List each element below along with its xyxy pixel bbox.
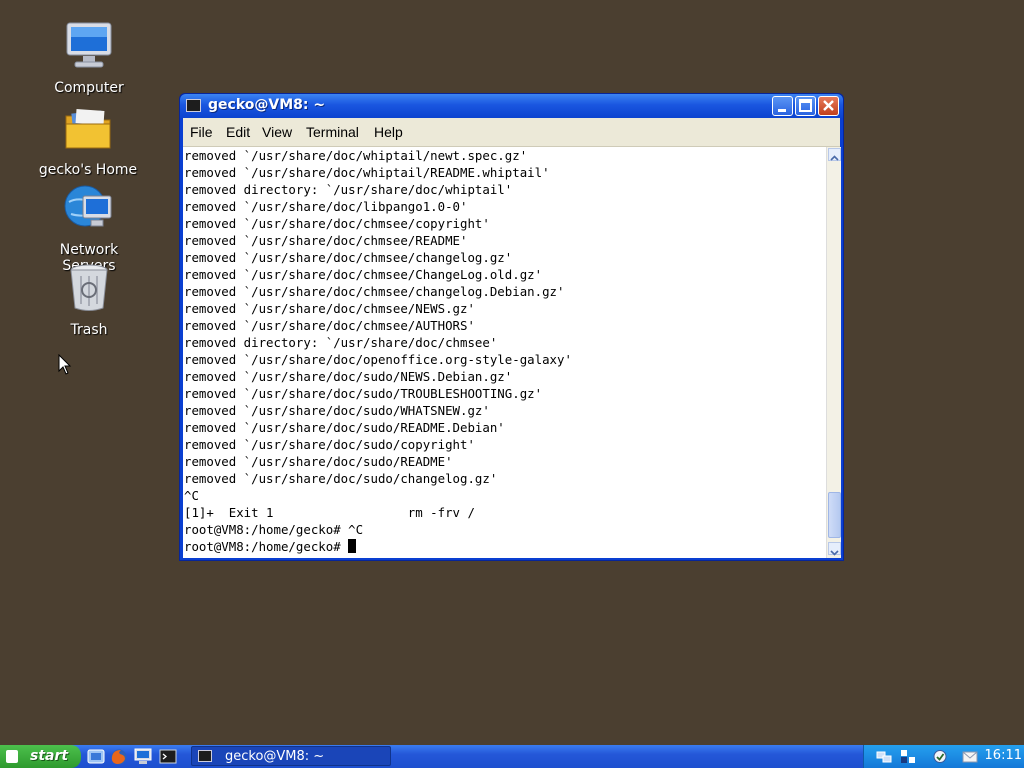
terminal-line: removed `/usr/share/doc/chmsee/copyright…: [184, 216, 490, 231]
terminal-line: removed `/usr/share/doc/whiptail/newt.sp…: [184, 148, 528, 163]
desktop-icon-computer[interactable]: Computer: [34, 20, 144, 96]
taskbar-window-label: gecko@VM8: ~: [225, 749, 325, 764]
computer-icon: [66, 22, 112, 68]
clock: 16:11: [984, 748, 1022, 763]
trash-icon: [70, 264, 108, 311]
desktop-icon-trash[interactable]: Trash: [34, 262, 144, 338]
start-button[interactable]: start: [0, 745, 81, 768]
desktop-icon-label: gecko's Home: [38, 162, 138, 178]
minimize-icon: [778, 109, 786, 112]
terminal-line: removed `/usr/share/doc/sudo/TROUBLESHOO…: [184, 386, 543, 401]
menu-view[interactable]: View: [262, 124, 292, 140]
show-desktop-icon[interactable]: [87, 748, 105, 765]
menu-bar: File Edit View Terminal Help: [183, 118, 840, 147]
terminal-icon[interactable]: [159, 748, 177, 765]
window-title: gecko@VM8: ~: [208, 97, 326, 113]
menu-help[interactable]: Help: [374, 124, 403, 140]
terminal-line: removed `/usr/share/doc/sudo/NEWS.Debian…: [184, 369, 513, 384]
terminal-output[interactable]: removed `/usr/share/doc/whiptail/newt.sp…: [183, 147, 826, 558]
terminal-line: removed directory: `/usr/share/doc/whipt…: [184, 182, 513, 197]
desktop-icon-home[interactable]: gecko's Home: [33, 102, 143, 178]
terminal-line: removed `/usr/share/doc/chmsee/ChangeLog…: [184, 267, 543, 282]
terminal-line: [1]+ Exit 1 rm -frv /: [184, 505, 475, 520]
close-icon: [823, 100, 834, 111]
terminal-line: removed `/usr/share/doc/sudo/WHATSNEW.gz…: [184, 403, 490, 418]
terminal-prompt-line[interactable]: root@VM8:/home/gecko#: [183, 538, 826, 555]
terminal-line: removed `/usr/share/doc/sudo/README.Debi…: [184, 420, 505, 435]
taskbar: start gecko@VM8: ~ 16:11: [0, 745, 1024, 768]
menu-file[interactable]: File: [190, 124, 213, 140]
chevron-down-icon: [830, 550, 839, 556]
terminal-app-icon: [186, 99, 201, 112]
terminal-line: removed `/usr/share/doc/chmsee/README': [184, 233, 468, 248]
close-button[interactable]: [818, 96, 839, 116]
terminal-line: removed `/usr/share/doc/openoffice.org-s…: [184, 352, 572, 367]
terminal-prompt: root@VM8:/home/gecko#: [184, 539, 349, 554]
update-icon[interactable]: [932, 749, 948, 764]
network-servers-icon: [64, 185, 112, 227]
terminal-line: ^C: [184, 488, 199, 503]
computer-icon[interactable]: [134, 748, 152, 765]
network-icon[interactable]: [876, 749, 892, 764]
mail-icon[interactable]: [962, 749, 978, 764]
terminal-line: root@VM8:/home/gecko# ^C: [184, 522, 364, 537]
terminal-window[interactable]: gecko@VM8: ~ File Edit View Terminal Hel…: [179, 93, 844, 561]
system-tray: 16:11: [863, 745, 1024, 768]
terminal-line: removed `/usr/share/doc/whiptail/README.…: [184, 165, 550, 180]
terminal-line: removed directory: `/usr/share/doc/chmse…: [184, 335, 498, 350]
menu-terminal[interactable]: Terminal: [306, 124, 359, 140]
keyboard-layout-icon[interactable]: [900, 749, 916, 764]
home-folder-icon: [65, 109, 111, 149]
terminal-line: removed `/usr/share/doc/sudo/changelog.g…: [184, 471, 498, 486]
window-titlebar[interactable]: gecko@VM8: ~: [180, 94, 843, 118]
mouse-pointer-icon: [58, 354, 72, 375]
terminal-line: removed `/usr/share/doc/sudo/copyright': [184, 437, 475, 452]
menu-edit[interactable]: Edit: [226, 124, 250, 140]
desktop-icon-network-servers[interactable]: Network Servers: [34, 182, 144, 274]
scroll-up-button[interactable]: [828, 148, 841, 161]
maximize-button[interactable]: [795, 96, 816, 116]
taskbar-window-button[interactable]: gecko@VM8: ~: [191, 746, 391, 766]
terminal-line: removed `/usr/share/doc/chmsee/NEWS.gz': [184, 301, 475, 316]
firefox-icon[interactable]: [110, 748, 128, 765]
terminal-line: removed `/usr/share/doc/chmsee/changelog…: [184, 250, 513, 265]
terminal-lines: removed `/usr/share/doc/whiptail/newt.sp…: [183, 147, 826, 538]
terminal-line: removed `/usr/share/doc/sudo/README': [184, 454, 453, 469]
minimize-button[interactable]: [772, 96, 793, 116]
terminal-line: removed `/usr/share/doc/chmsee/AUTHORS': [184, 318, 475, 333]
start-label: start: [30, 748, 69, 764]
start-menu-icon: [6, 750, 18, 763]
scroll-down-button[interactable]: [828, 542, 841, 556]
maximize-icon: [799, 99, 812, 112]
desktop-icon-label: Computer: [54, 80, 124, 96]
chevron-up-icon: [830, 155, 839, 161]
text-cursor: [348, 539, 357, 553]
scrollbar-thumb[interactable]: [828, 492, 841, 538]
desktop-icon-label: Trash: [70, 322, 108, 338]
terminal-scrollbar[interactable]: [826, 147, 841, 558]
terminal-app-icon: [198, 750, 212, 762]
terminal-line: removed `/usr/share/doc/libpango1.0-0': [184, 199, 468, 214]
terminal-line: removed `/usr/share/doc/chmsee/changelog…: [184, 284, 565, 299]
